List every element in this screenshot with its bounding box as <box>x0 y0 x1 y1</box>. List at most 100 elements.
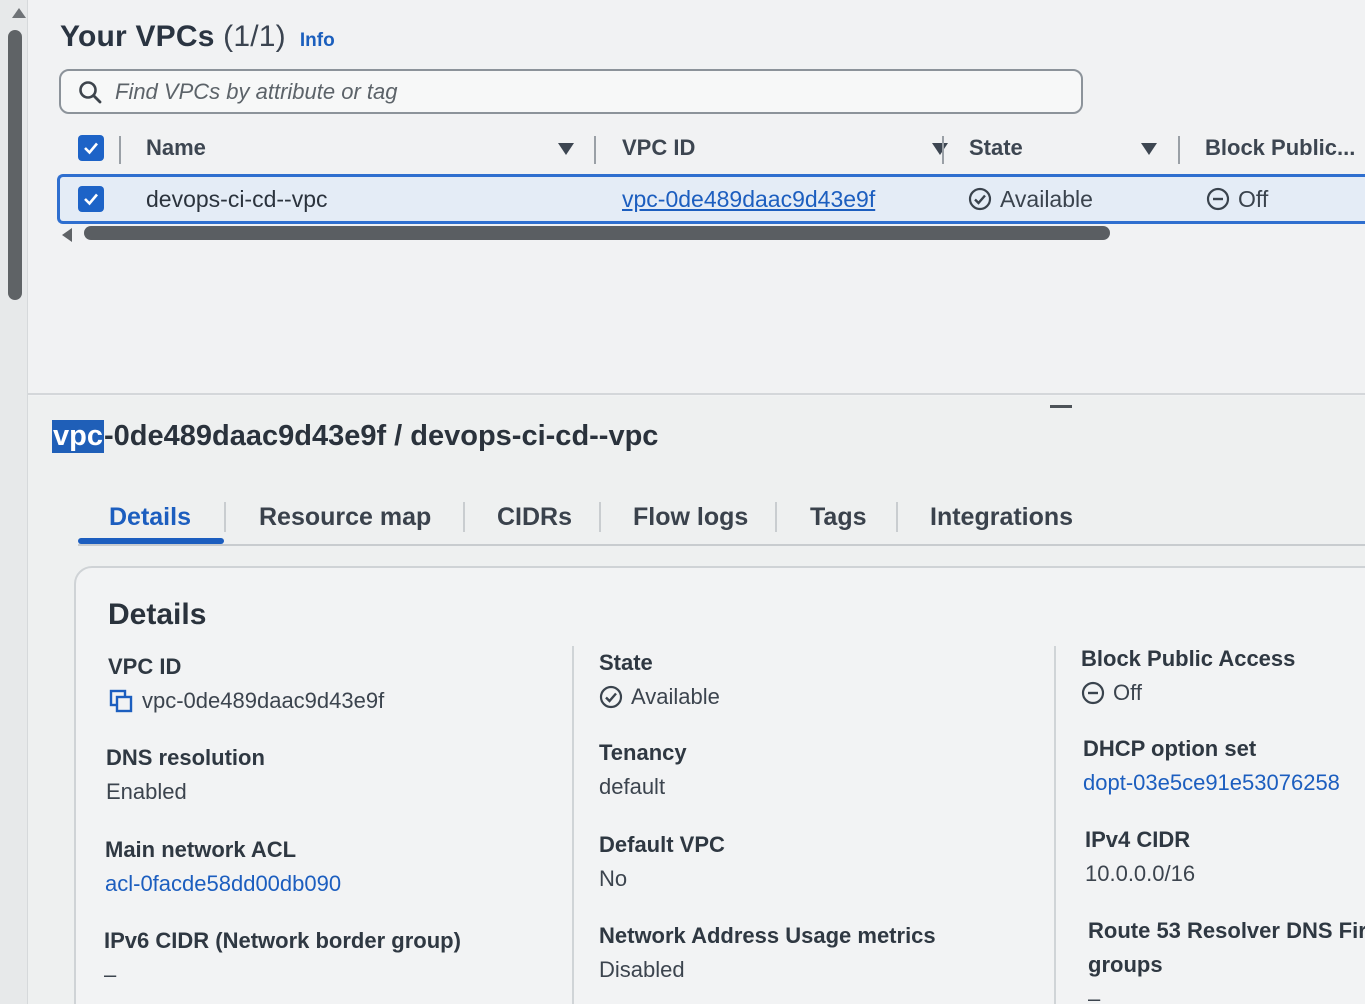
tab-separator <box>599 502 601 532</box>
field-label: DNS resolution <box>106 745 265 770</box>
column-header-label: State <box>969 135 1023 160</box>
tab-resource-map[interactable]: Resource map <box>259 490 431 544</box>
tab-separator <box>224 502 226 532</box>
field-value: Off <box>1081 680 1295 706</box>
field-value: No <box>599 866 628 891</box>
field-block-public-access: Block Public Access Off <box>1081 646 1295 706</box>
tab-tags[interactable]: Tags <box>810 490 867 544</box>
vpcs-table: Name VPC ID State Block Public... devops… <box>56 124 1365 224</box>
field-value: 10.0.0.0/16 <box>1085 861 1196 886</box>
tab-separator <box>896 502 898 532</box>
column-divider[interactable] <box>942 136 944 164</box>
field-label: VPC ID <box>108 654 182 679</box>
row-state-text: Available <box>1000 185 1093 212</box>
vpc-id-value: vpc-0de489daac9d43e9f <box>142 688 385 713</box>
column-header-state[interactable]: State <box>969 124 1179 172</box>
row-block-public-text: Off <box>1238 185 1269 212</box>
state-value: Available <box>631 684 720 709</box>
field-label: Network Address Usage metrics <box>599 923 936 948</box>
column-divider[interactable] <box>594 136 596 164</box>
field-value: default <box>599 774 666 799</box>
block-public-access-value: Off <box>1113 680 1142 705</box>
table-header: Name VPC ID State Block Public... <box>56 124 1365 172</box>
field-label: Main network ACL <box>105 837 297 862</box>
row-name: devops-ci-cd--vpc <box>146 185 328 212</box>
main-network-acl-link[interactable]: acl-0facde58dd00db090 <box>105 871 341 897</box>
horizontal-scrollbar[interactable] <box>62 224 1142 242</box>
column-header-vpc-id[interactable]: VPC ID <box>622 124 952 172</box>
check-circle-icon <box>599 685 623 709</box>
collapse-handle-icon[interactable] <box>1050 405 1072 408</box>
panel-header: Your VPCs (1/1) Info <box>60 20 335 54</box>
table-row[interactable]: devops-ci-cd--vpc vpc-0de489daac9d43e9f … <box>57 174 1365 224</box>
field-value: – <box>104 962 117 987</box>
row-state: Available <box>968 177 1093 221</box>
column-divider[interactable] <box>119 136 121 164</box>
field-label-line2: groups <box>1088 952 1163 977</box>
column-header-name[interactable]: Name <box>146 124 586 172</box>
field-label: Block Public Access <box>1081 646 1296 671</box>
column-header-block-public[interactable]: Block Public... <box>1205 124 1365 172</box>
dhcp-option-set-link[interactable]: dopt-03e5ce91e53076258 <box>1083 770 1340 796</box>
tab-separator <box>775 502 777 532</box>
row-checkbox[interactable] <box>78 186 104 212</box>
field-state: State Available <box>599 650 720 710</box>
check-circle-icon <box>968 187 992 211</box>
scroll-up-arrow-icon[interactable] <box>12 8 26 18</box>
field-label: State <box>599 650 653 675</box>
search-box[interactable] <box>59 69 1083 114</box>
panel-title-count: (1/1) <box>223 20 286 53</box>
select-all-checkbox[interactable] <box>78 135 104 161</box>
sort-caret-icon[interactable] <box>558 143 574 155</box>
column-divider[interactable] <box>1178 136 1180 164</box>
detail-title: vpc -0de489daac9d43e9f / devops-ci-cd--v… <box>52 420 658 453</box>
tab-flow-logs[interactable]: Flow logs <box>633 490 748 544</box>
row-block-public: Off <box>1206 177 1268 221</box>
field-vpc-id: VPC ID vpc-0de489daac9d43e9f <box>108 654 384 714</box>
column-header-label: Block Public... <box>1205 135 1356 160</box>
field-value: vpc-0de489daac9d43e9f <box>108 688 384 714</box>
select-all-cell <box>78 124 104 172</box>
info-link[interactable]: Info <box>300 30 335 52</box>
tab-details[interactable]: Details <box>109 490 191 544</box>
sort-caret-icon[interactable] <box>1141 143 1157 155</box>
field-value: – <box>1088 986 1101 1004</box>
vertical-scrollbar[interactable] <box>0 0 28 1004</box>
detail-title-rest: -0de489daac9d43e9f / devops-ci-cd--vpc <box>103 420 659 452</box>
column-header-label: VPC ID <box>622 135 696 160</box>
column-header-label: Name <box>146 135 206 160</box>
field-label: IPv4 CIDR <box>1085 827 1191 852</box>
field-nau-metrics: Network Address Usage metrics Disabled <box>599 923 936 983</box>
minus-circle-icon <box>1081 681 1105 705</box>
field-default-vpc: Default VPC No <box>599 832 725 892</box>
column-separator <box>572 646 574 1004</box>
field-label: DHCP option set <box>1083 736 1257 761</box>
horizontal-scrollbar-thumb[interactable] <box>84 226 1110 240</box>
detail-tabs: Details Resource map CIDRs Flow logs Tag… <box>78 490 1365 546</box>
vpcs-list-panel: Your VPCs (1/1) Info Name <box>28 0 1365 396</box>
field-ipv6-cidr: IPv6 CIDR (Network border group) – <box>104 928 461 988</box>
scrollbar-thumb[interactable] <box>8 30 22 300</box>
checkbox-checked-icon <box>84 193 98 206</box>
search-input[interactable] <box>115 78 1015 105</box>
field-label: Route 53 Resolver DNS Fire <box>1088 918 1365 943</box>
tab-cidrs[interactable]: CIDRs <box>497 490 572 544</box>
panel-title: Your VPCs (1/1) <box>60 20 286 54</box>
row-vpc-id-link[interactable]: vpc-0de489daac9d43e9f <box>622 177 875 221</box>
checkbox-checked-icon <box>84 142 98 155</box>
split-panel-divider[interactable] <box>28 393 1365 395</box>
sort-caret-icon[interactable] <box>932 143 948 155</box>
field-dhcp-option-set: DHCP option set dopt-03e5ce91e53076258 <box>1083 736 1340 796</box>
field-main-network-acl: Main network ACL acl-0facde58dd00db090 <box>105 837 341 897</box>
field-value: Disabled <box>599 957 685 982</box>
field-label: IPv6 CIDR (Network border group) <box>104 928 461 953</box>
scroll-left-arrow-icon[interactable] <box>62 228 72 242</box>
minus-circle-icon <box>1206 187 1230 211</box>
field-dns-resolution: DNS resolution Enabled <box>106 745 265 805</box>
row-select-cell <box>78 177 104 221</box>
field-label: Tenancy <box>599 740 687 765</box>
copy-icon[interactable] <box>108 688 134 714</box>
tab-integrations[interactable]: Integrations <box>930 490 1073 544</box>
field-tenancy: Tenancy default <box>599 740 687 800</box>
column-separator <box>1054 646 1056 1004</box>
